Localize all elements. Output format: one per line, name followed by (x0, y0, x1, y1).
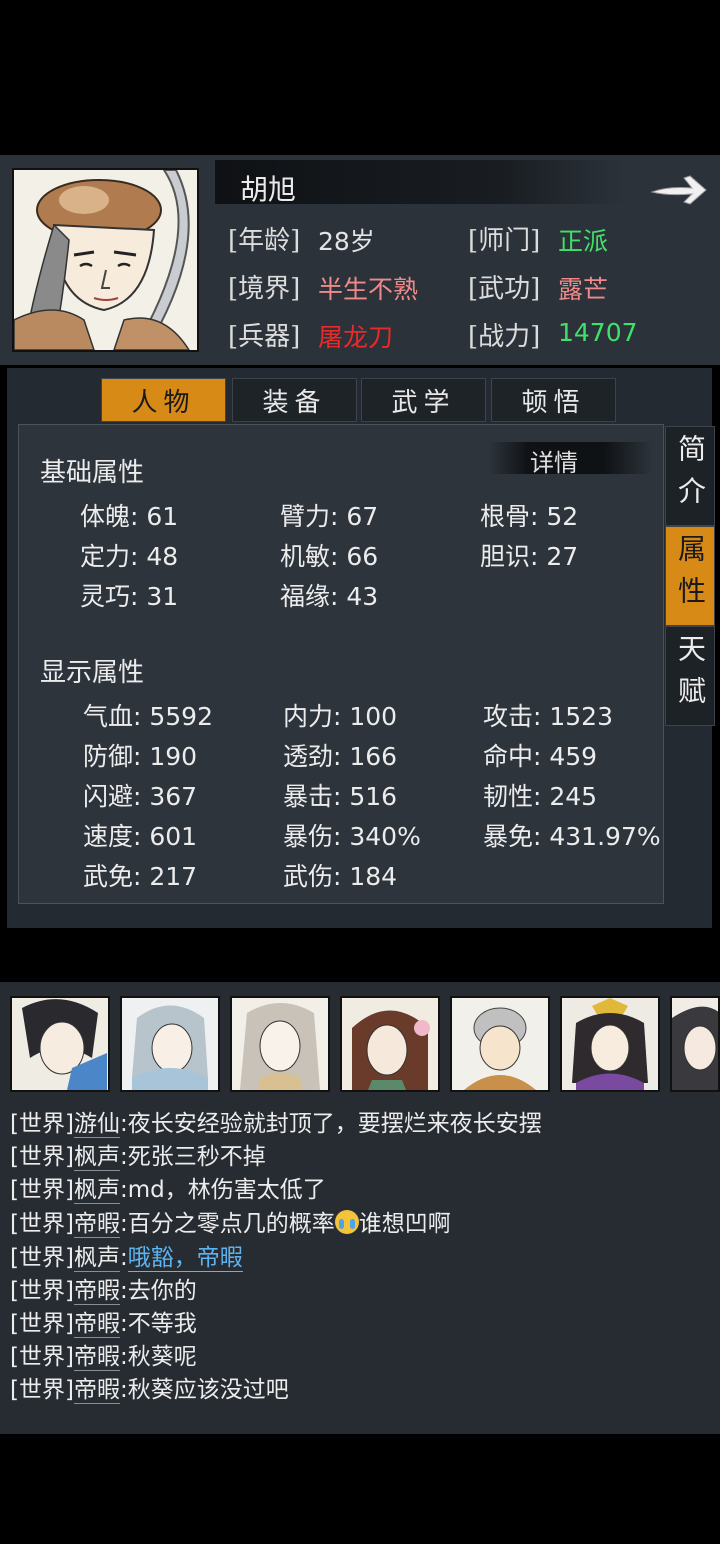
chat-message: [世界]帝暇:秋葵应该没过吧 (10, 1370, 289, 1404)
stat-courage: 胆识: 27 (480, 542, 579, 571)
stat-fortune: 福缘: 43 (280, 582, 379, 611)
side-tab-attributes[interactable]: 属性 (665, 526, 715, 626)
chat-user[interactable]: 枫声 (73, 1245, 120, 1272)
companion-avatar[interactable] (560, 996, 660, 1092)
chat-user[interactable]: 帝暇 (73, 1377, 120, 1404)
stat-hp: 气血: 5592 (83, 702, 213, 731)
companion-avatar[interactable] (10, 996, 110, 1092)
info-label-age: [年龄] (228, 226, 301, 256)
companion-avatar[interactable] (340, 996, 440, 1092)
chat-message: [世界]帝暇:不等我 (10, 1304, 197, 1338)
stat-crit-resist: 暴免: 431.97% (483, 822, 661, 851)
stat-defense: 防御: 190 (83, 742, 198, 771)
side-tab-talent-label: 天赋 (674, 634, 707, 718)
chat-mention-link[interactable]: 哦豁，帝暇 (127, 1245, 243, 1272)
info-label-realm: [境界] (228, 274, 301, 304)
stat-toughness: 韧性: 245 (483, 782, 598, 811)
side-tab-attributes-label: 属性 (674, 534, 707, 618)
display-attributes-title: 显示属性 (40, 658, 145, 688)
stat-speed: 速度: 601 (83, 822, 198, 851)
side-tab-talent[interactable]: 天赋 (665, 626, 715, 726)
stat-bone: 根骨: 52 (480, 502, 579, 531)
companion-avatar[interactable] (120, 996, 220, 1092)
stat-arm-strength: 臂力: 67 (280, 502, 379, 531)
detail-button[interactable]: 详情 (530, 443, 578, 478)
chat-channel: [世界] (10, 1177, 74, 1203)
companion-avatar[interactable] (230, 996, 330, 1092)
chat-message: [世界]枫声:md，林伤害太低了 (10, 1170, 326, 1204)
chat-user[interactable]: 帝暇 (73, 1211, 120, 1238)
chat-channel: [世界] (10, 1377, 74, 1403)
character-portrait (12, 168, 199, 352)
stat-martial-resist: 武免: 217 (83, 862, 198, 891)
chat-channel: [世界] (10, 1278, 74, 1304)
info-value-age: 28岁 (318, 227, 375, 256)
stat-agility: 机敏: 66 (280, 542, 379, 571)
stat-inner-power: 内力: 100 (283, 702, 398, 731)
stat-physique: 体魄: 61 (80, 502, 179, 531)
chat-text: :去你的 (119, 1278, 197, 1304)
chat-text: : (119, 1245, 128, 1271)
chat-text: :秋葵应该没过吧 (119, 1377, 289, 1403)
tab-equipment[interactable]: 装备 (232, 378, 357, 422)
chat-message: [世界]游仙:夜长安经验就封顶了，要摆烂来夜长安摆 (10, 1104, 542, 1138)
tab-insight[interactable]: 顿悟 (491, 378, 616, 422)
chat-message: [世界]枫声:哦豁，帝暇 (10, 1238, 243, 1272)
crying-emoji-icon (334, 1210, 359, 1234)
info-value-sect: 正派 (558, 227, 609, 256)
stat-dexterity: 灵巧: 31 (80, 582, 179, 611)
character-name: 胡旭 (240, 173, 297, 206)
info-value-power: 14707 (558, 318, 638, 347)
chat-channel: [世界] (10, 1311, 74, 1337)
chat-message: [世界]帝暇:百分之零点几的概率 谁想凹啊 (10, 1204, 451, 1238)
chat-user[interactable]: 帝暇 (73, 1311, 120, 1338)
info-value-realm: 半生不熟 (318, 275, 419, 304)
chat-user[interactable]: 枫声 (73, 1177, 120, 1204)
tab-martial-arts[interactable]: 武学 (361, 378, 486, 422)
chat-user[interactable]: 帝暇 (73, 1344, 120, 1371)
chat-channel: [世界] (10, 1144, 74, 1170)
chat-message: [世界]枫声:死张三秒不掉 (10, 1137, 266, 1171)
info-label-power: [战力] (468, 322, 541, 352)
stat-penetration: 透劲: 166 (283, 742, 398, 771)
chat-user[interactable]: 枫声 (73, 1144, 120, 1171)
info-label-weapon: [兵器] (228, 322, 301, 352)
chat-channel: [世界] (10, 1111, 74, 1137)
info-value-martial: 露芒 (558, 275, 609, 304)
companion-avatar[interactable] (450, 996, 550, 1092)
chat-user[interactable]: 游仙 (73, 1111, 120, 1138)
chat-text: :夜长安经验就封顶了，要摆烂来夜长安摆 (119, 1111, 542, 1137)
chat-text: :死张三秒不掉 (119, 1144, 266, 1170)
side-tab-intro[interactable]: 简介 (665, 426, 715, 526)
chat-text: :秋葵呢 (119, 1344, 197, 1370)
chat-user[interactable]: 帝暇 (73, 1278, 120, 1305)
side-tab-intro-label: 简介 (674, 434, 707, 518)
stat-crit: 暴击: 516 (283, 782, 398, 811)
chat-channel: [世界] (10, 1211, 74, 1237)
stat-composure: 定力: 48 (80, 542, 179, 571)
chat-message: [世界]帝暇:秋葵呢 (10, 1337, 197, 1371)
companion-avatar[interactable] (670, 996, 720, 1092)
info-label-martial: [武功] (468, 274, 541, 304)
chat-channel: [世界] (10, 1245, 74, 1271)
chat-channel: [世界] (10, 1344, 74, 1370)
chat-text: 谁想凹啊 (358, 1211, 451, 1237)
stat-hit: 命中: 459 (483, 742, 598, 771)
stat-dodge: 闪避: 367 (83, 782, 198, 811)
stat-crit-damage: 暴伤: 340% (283, 822, 421, 851)
tab-character[interactable]: 人物 (101, 378, 226, 422)
chat-text: :百分之零点几的概率 (119, 1211, 335, 1237)
basic-attributes-title: 基础属性 (40, 458, 145, 488)
chat-message: [世界]帝暇:去你的 (10, 1271, 197, 1305)
stat-martial-damage: 武伤: 184 (283, 862, 398, 891)
info-value-weapon: 屠龙刀 (318, 323, 394, 352)
stat-attack: 攻击: 1523 (483, 702, 613, 731)
info-label-sect: [师门] (468, 226, 541, 256)
chat-text: :md，林伤害太低了 (119, 1177, 326, 1203)
next-arrow-icon[interactable] (648, 170, 710, 210)
chat-text: :不等我 (119, 1311, 197, 1337)
